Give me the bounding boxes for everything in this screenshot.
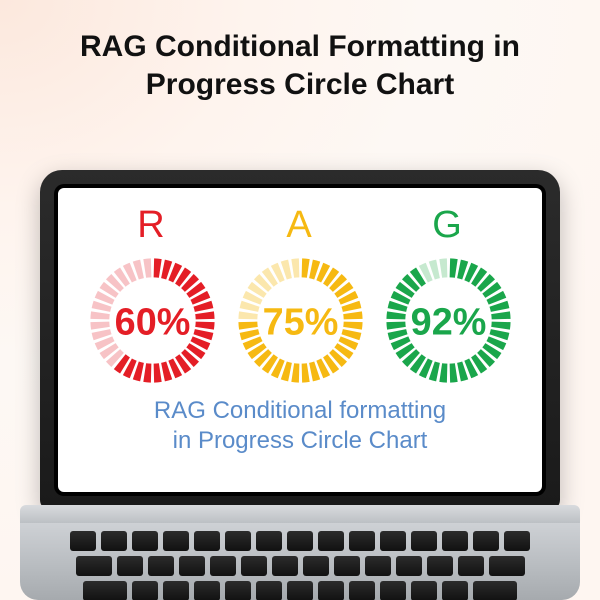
keyboard-row (60, 581, 540, 600)
progress-circle-r: 60% (85, 253, 220, 388)
laptop-keyboard (60, 523, 540, 600)
laptop-bezel: R 60% A 75% (54, 184, 546, 496)
screen-subtitle-line1: RAG Conditional formatting (154, 397, 446, 424)
laptop-screen: R 60% A 75% (58, 188, 542, 492)
screen-subtitle-line2: in Progress Circle Chart (173, 427, 428, 454)
laptop-illustration: R 60% A 75% (20, 170, 580, 600)
page-root: RAG Conditional Formatting in Progress C… (0, 0, 600, 600)
keyboard-row (60, 531, 540, 551)
progress-circle-a: 75% (233, 253, 368, 388)
gauge-a: A 75% (226, 204, 374, 388)
gauge-row: R 60% A 75% (70, 204, 530, 388)
keyboard-row (60, 556, 540, 576)
screen-subtitle: RAG Conditional formatting in Progress C… (154, 396, 446, 456)
gauge-letter-r: R (137, 204, 166, 247)
progress-circle-g: 92% (381, 253, 516, 388)
gauge-value-a: 75% (262, 302, 338, 344)
page-title: RAG Conditional Formatting in Progress C… (0, 0, 600, 103)
gauge-r: R 60% (78, 204, 226, 388)
gauge-value-g: 92% (410, 302, 486, 344)
gauge-value-r: 60% (114, 302, 190, 344)
laptop-lid: R 60% A 75% (40, 170, 560, 510)
laptop-hinge (20, 505, 580, 523)
gauge-letter-g: G (432, 204, 464, 247)
gauge-g: G 92% (374, 204, 522, 388)
laptop-deck (20, 505, 580, 600)
gauge-letter-a: A (286, 204, 313, 247)
